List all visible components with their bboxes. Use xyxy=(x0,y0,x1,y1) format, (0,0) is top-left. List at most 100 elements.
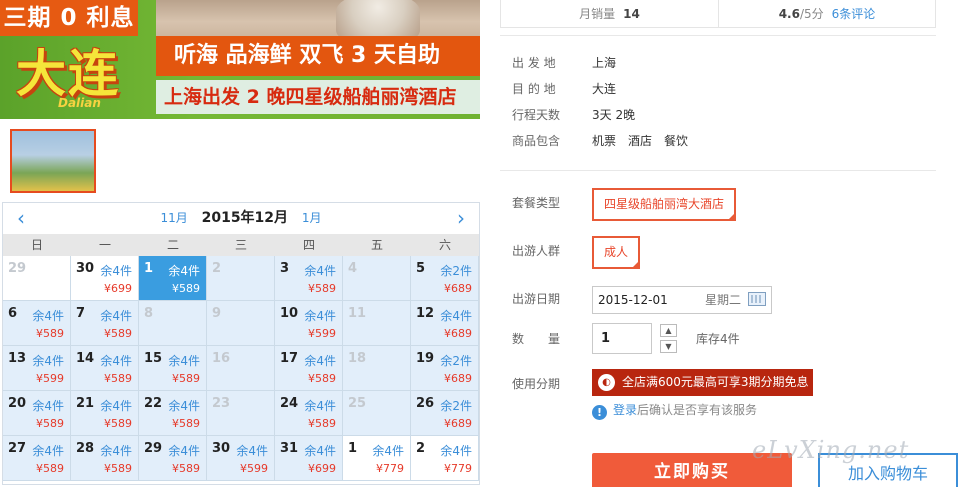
installment-promo-button[interactable]: ◐ 全店满600元最高可享3期分期免息 xyxy=(592,369,813,396)
prev-month-arrow-icon[interactable]: ‹ xyxy=(9,203,33,234)
calendar-day[interactable]: 31 余4件 ¥699 xyxy=(275,436,343,481)
day-number: 16 xyxy=(212,351,231,366)
include-item-hotel: 酒店 xyxy=(628,134,653,148)
calendar-day[interactable]: 6 余4件 ¥589 xyxy=(3,301,71,346)
destination-row: 目 的 地 大连 xyxy=(512,80,616,97)
day-stock: 余4件 xyxy=(304,264,336,278)
day-price: ¥589 xyxy=(104,417,132,430)
next-month-link[interactable]: 1月 xyxy=(302,211,322,225)
calendar-day[interactable]: 10 余4件 ¥599 xyxy=(275,301,343,346)
day-stock: 余4件 xyxy=(168,399,200,413)
installment-promo-text: 全店满600元最高可享3期分期免息 xyxy=(622,375,809,389)
calendar-day: 2 xyxy=(207,256,275,301)
calendar-day[interactable]: 12 余4件 ¥689 xyxy=(411,301,479,346)
day-price: ¥779 xyxy=(444,462,472,475)
weekday-label: 二 xyxy=(166,238,179,252)
day-stock: 余4件 xyxy=(100,309,132,323)
calendar-header: ‹ 11月 2015年12月 1月 › xyxy=(3,203,479,234)
calendar-day: 18 xyxy=(343,346,411,391)
crowd-option-selected[interactable]: 成人 ✓ xyxy=(592,236,641,269)
calendar-day-selected[interactable]: 1 余4件 ¥589 xyxy=(139,256,207,301)
calendar-day[interactable]: 5 余2件 ¥689 xyxy=(411,256,479,301)
calendar-day[interactable]: 30 余4件 ¥599 xyxy=(207,436,275,481)
login-link[interactable]: 登录 xyxy=(613,403,637,417)
monthly-sales-label: 月销量 xyxy=(579,7,616,21)
product-stats-bar: 月销量 14 4.6/5分 6条评论 xyxy=(500,0,936,28)
day-stock: 余4件 xyxy=(372,444,404,458)
day-stock: 余4件 xyxy=(32,309,64,323)
calendar-day[interactable]: 20 余4件 ¥589 xyxy=(3,391,71,436)
day-price: ¥589 xyxy=(36,417,64,430)
quantity-increase-icon[interactable]: ▲ xyxy=(660,324,677,337)
calendar-day[interactable]: 27 余4件 ¥589 xyxy=(3,436,71,481)
day-number: 8 xyxy=(144,306,154,321)
day-number: 10 xyxy=(280,306,299,321)
next-month-arrow-icon[interactable]: › xyxy=(449,203,473,234)
rating-value: 4.6 xyxy=(778,7,800,21)
days-row: 行程天数 3天 2晚 xyxy=(512,106,635,123)
gallery-thumbnail[interactable] xyxy=(10,129,96,193)
day-number: 9 xyxy=(212,306,222,321)
day-number: 26 xyxy=(416,396,435,411)
day-price: ¥589 xyxy=(172,282,200,295)
travel-date-picker[interactable]: 2015-12-01 星期二 xyxy=(592,286,772,314)
day-stock: 余4件 xyxy=(304,399,336,413)
calendar-day[interactable]: 3 余4件 ¥589 xyxy=(275,256,343,301)
calendar-day[interactable]: 28 余4件 ¥589 xyxy=(71,436,139,481)
day-number: 23 xyxy=(212,396,231,411)
add-to-cart-button[interactable]: 加入购物车 xyxy=(818,453,958,487)
day-number: 18 xyxy=(348,351,367,366)
day-number: 14 xyxy=(76,351,95,366)
package-option-selected[interactable]: 四星级船舶丽湾大酒店 ✓ xyxy=(592,188,737,221)
day-price: ¥689 xyxy=(444,282,472,295)
calendar-day[interactable]: 21 余4件 ¥589 xyxy=(71,391,139,436)
day-number: 29 xyxy=(8,261,27,276)
quantity-decrease-icon[interactable]: ▼ xyxy=(660,340,677,353)
calendar-day[interactable]: 15 余4件 ¥589 xyxy=(139,346,207,391)
day-number: 17 xyxy=(280,351,299,366)
banner-tag: 三期 0 利息 xyxy=(0,0,138,36)
day-stock: 余2件 xyxy=(440,264,472,278)
day-price: ¥599 xyxy=(240,462,268,475)
calendar-day[interactable]: 30 余4件 ¥699 xyxy=(71,256,139,301)
buy-now-button[interactable]: 立即购买 xyxy=(592,453,792,487)
day-number: 1 xyxy=(144,261,154,276)
monthly-sales-value: 14 xyxy=(623,7,640,21)
quantity-input[interactable]: 1 xyxy=(592,323,652,354)
include-item-flight: 机票 xyxy=(592,134,617,148)
day-stock: 余2件 xyxy=(440,399,472,413)
day-price: ¥589 xyxy=(308,417,336,430)
price-calendar: ‹ 11月 2015年12月 1月 › 日一二三四五六 29 30 余4件 ¥699 1… xyxy=(2,202,480,485)
day-number: 31 xyxy=(280,441,299,456)
date-label: 出游日期 xyxy=(512,292,561,306)
day-stock: 余4件 xyxy=(32,354,64,368)
calendar-day[interactable]: 24 余4件 ¥589 xyxy=(275,391,343,436)
calendar-day[interactable]: 1 余4件 ¥779 xyxy=(343,436,411,481)
day-number: 3 xyxy=(280,261,290,276)
calendar-day: 11 xyxy=(343,301,411,346)
stock-text: 库存4件 xyxy=(696,332,740,346)
calendar-day[interactable]: 13 余4件 ¥599 xyxy=(3,346,71,391)
calendar-day[interactable]: 7 余4件 ¥589 xyxy=(71,301,139,346)
prev-month-link[interactable]: 11月 xyxy=(160,211,187,225)
calendar-day: 9 xyxy=(207,301,275,346)
calendar-day[interactable]: 29 余4件 ¥589 xyxy=(139,436,207,481)
calendar-day[interactable]: 2 余4件 ¥779 xyxy=(411,436,479,481)
calendar-day[interactable]: 19 余2件 ¥689 xyxy=(411,346,479,391)
day-price: ¥779 xyxy=(376,462,404,475)
day-number: 6 xyxy=(8,306,18,321)
calendar-day[interactable]: 26 余2件 ¥689 xyxy=(411,391,479,436)
calendar-day[interactable]: 14 余4件 ¥589 xyxy=(71,346,139,391)
day-number: 30 xyxy=(76,261,95,276)
day-stock: 余4件 xyxy=(100,444,132,458)
reviews-link[interactable]: 6条评论 xyxy=(832,7,876,21)
day-number: 1 xyxy=(348,441,358,456)
calendar-day-grid: 29 30 余4件 ¥699 1 余4件 ¥589 2 3 余4件 ¥589 4 5 余2件 ¥689 6 余4… xyxy=(3,256,479,481)
calendar-day[interactable]: 22 余4件 ¥589 xyxy=(139,391,207,436)
calendar-icon[interactable] xyxy=(748,292,766,306)
calendar-day: 8 xyxy=(139,301,207,346)
day-stock: 余4件 xyxy=(32,399,64,413)
calendar-day: 25 xyxy=(343,391,411,436)
calendar-day[interactable]: 17 余4件 ¥589 xyxy=(275,346,343,391)
calendar-day: 16 xyxy=(207,346,275,391)
